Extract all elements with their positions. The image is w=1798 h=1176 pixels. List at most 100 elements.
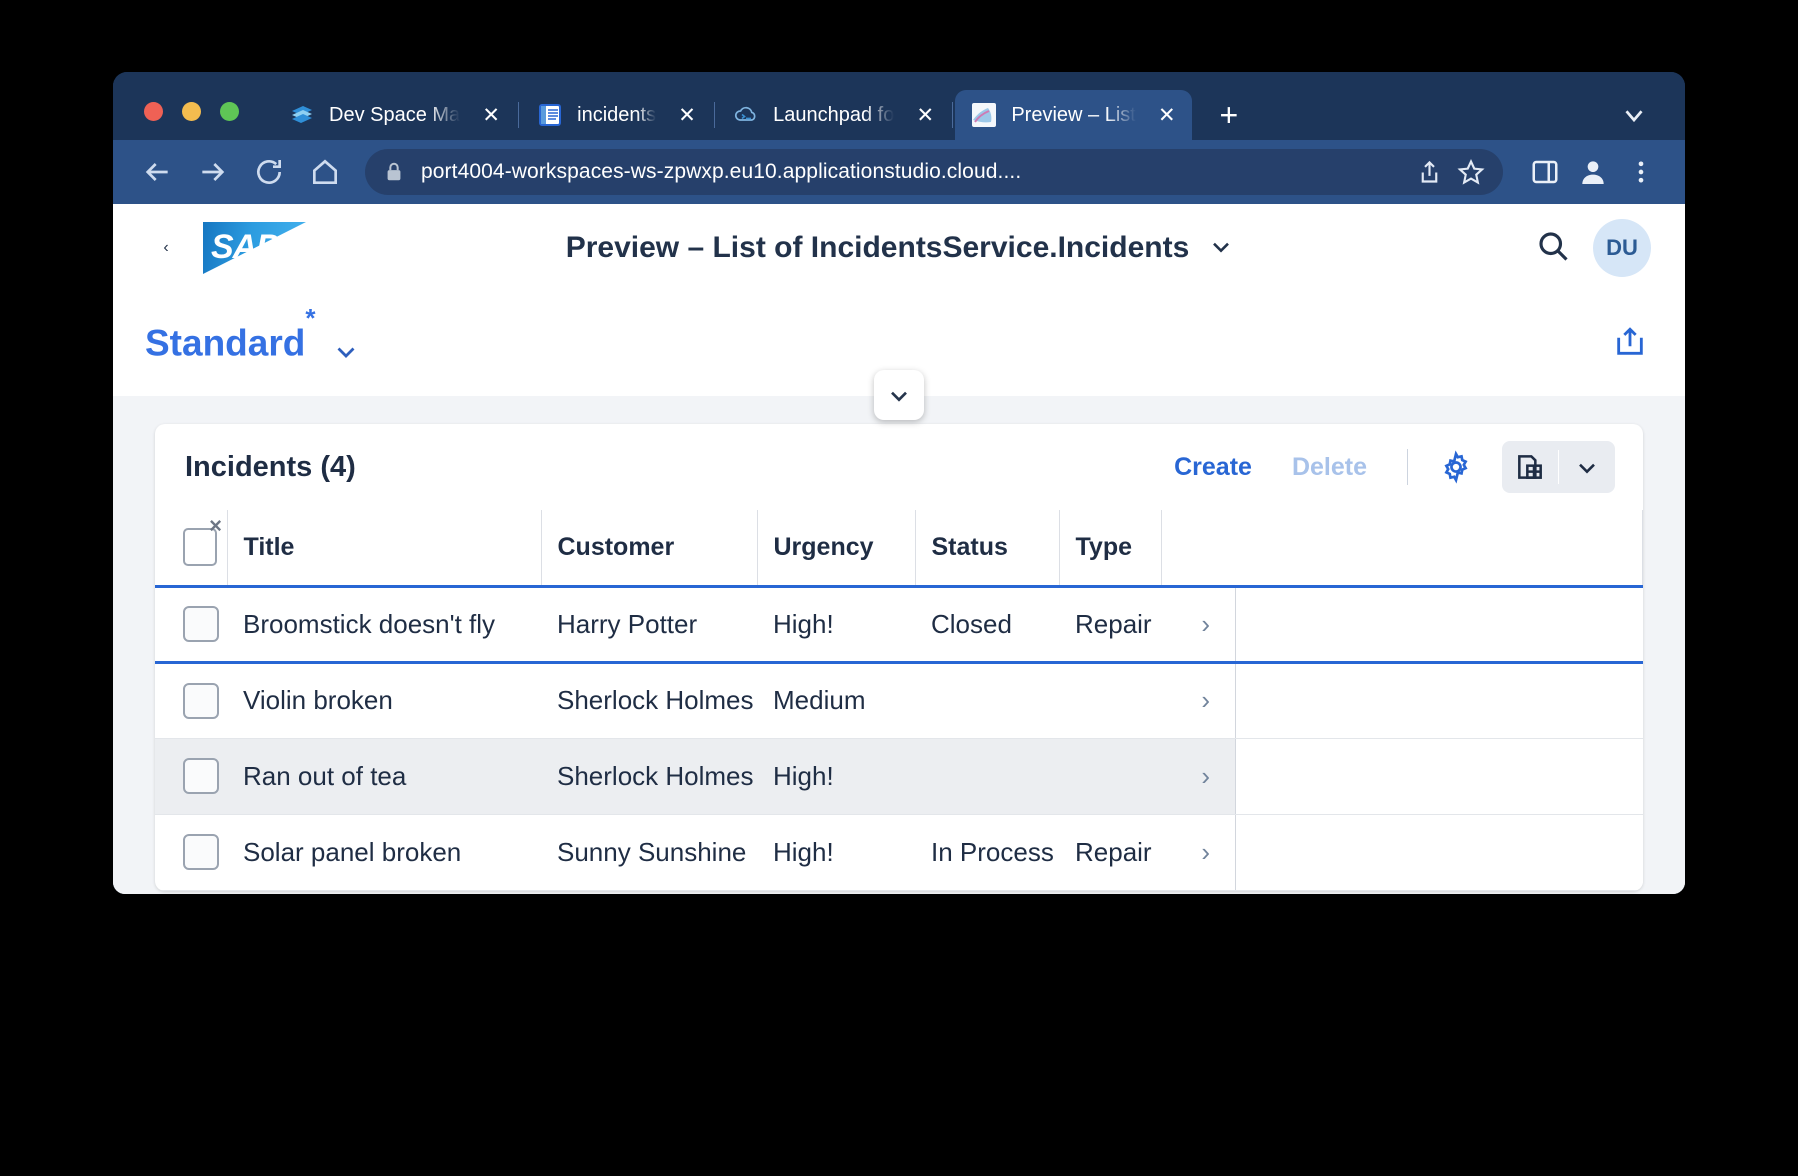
column-header-customer[interactable]: Customer xyxy=(541,510,758,587)
tab-label: incidents xyxy=(577,103,657,126)
share-icon[interactable] xyxy=(1613,325,1647,364)
chevron-right-icon[interactable]: › xyxy=(1201,685,1210,715)
minimize-window-button[interactable] xyxy=(182,102,201,121)
browser-menu-icon[interactable] xyxy=(1619,150,1663,194)
create-button[interactable]: Create xyxy=(1158,445,1268,490)
chevron-right-icon[interactable]: › xyxy=(1201,837,1210,867)
devspace-icon xyxy=(289,102,315,128)
tab-search-chevron-down-icon[interactable] xyxy=(1619,100,1649,135)
sap-logo: SAP xyxy=(203,222,306,274)
cell-type xyxy=(1059,662,1161,739)
view-switch-chevron-down-icon[interactable] xyxy=(1559,441,1615,493)
search-icon[interactable] xyxy=(1535,228,1571,269)
select-all-cell[interactable] xyxy=(155,510,228,587)
shell-title-group[interactable]: Preview – List of IncidentsService.Incid… xyxy=(266,231,1535,265)
row-checkbox[interactable] xyxy=(183,758,219,794)
column-header-nav xyxy=(1161,510,1235,587)
column-header-status[interactable]: Status xyxy=(915,510,1060,587)
forward-icon[interactable] xyxy=(191,150,235,194)
cell-urgency: Medium xyxy=(757,662,915,739)
cloud-icon xyxy=(733,102,759,128)
expand-filter-bar-button[interactable] xyxy=(874,370,924,420)
row-navigation-cell[interactable]: › xyxy=(1161,814,1236,891)
variant-name: Standard* xyxy=(145,303,316,363)
deselect-all-icon[interactable] xyxy=(183,513,222,567)
toolbar-divider xyxy=(1407,449,1408,485)
reload-icon[interactable] xyxy=(247,150,291,194)
maximize-window-button[interactable] xyxy=(220,102,239,121)
column-header-urgency[interactable]: Urgency xyxy=(757,510,916,587)
delete-button: Delete xyxy=(1291,452,1367,481)
table-title: Incidents (4) xyxy=(185,450,356,483)
close-icon[interactable]: ✕ xyxy=(1154,102,1180,128)
row-navigation-cell[interactable]: › xyxy=(1161,662,1236,739)
tab-label: Launchpad fo xyxy=(773,103,895,126)
row-filler-cell xyxy=(1235,662,1643,739)
tab-incidents[interactable]: incidents ✕ xyxy=(521,90,712,140)
table-toolbar-actions: Create Delete xyxy=(1158,441,1615,493)
shell-back-button[interactable]: ‹ xyxy=(143,225,189,271)
chevron-right-icon[interactable]: › xyxy=(1201,609,1210,639)
chevron-right-icon[interactable]: › xyxy=(1201,761,1210,791)
window-controls xyxy=(144,102,239,121)
variant-management-bar: Standard* xyxy=(113,292,1685,420)
cell-title: Ran out of tea xyxy=(227,738,541,815)
row-select-cell[interactable] xyxy=(155,662,227,739)
column-header-title[interactable]: Title xyxy=(227,510,542,587)
cell-status: Closed xyxy=(915,584,1059,664)
tab-dev-space-manager[interactable]: Dev Space Ma ✕ xyxy=(273,90,516,140)
close-icon[interactable]: ✕ xyxy=(674,102,700,128)
cell-customer: Sunny Sunshine xyxy=(541,814,757,891)
cell-status xyxy=(915,738,1059,815)
share-icon[interactable] xyxy=(1416,159,1443,186)
preview-icon xyxy=(971,102,997,128)
chevron-down-icon[interactable] xyxy=(1207,232,1235,265)
row-select-cell[interactable] xyxy=(155,738,227,815)
back-icon[interactable] xyxy=(135,150,179,194)
table-row[interactable]: Ran out of tea Sherlock Holmes High! › xyxy=(155,738,1643,815)
view-switch-group xyxy=(1502,441,1615,493)
table-row[interactable]: Solar panel broken Sunny Sunshine High! … xyxy=(155,814,1643,891)
new-tab-button[interactable]: + xyxy=(1212,98,1246,132)
cell-status: In Process xyxy=(915,814,1059,891)
address-bar[interactable]: port4004-workspaces-ws-zpwxp.eu10.applic… xyxy=(365,149,1503,195)
bookmark-star-icon[interactable] xyxy=(1457,158,1485,186)
browser-toolbar: port4004-workspaces-ws-zpwxp.eu10.applic… xyxy=(113,140,1685,204)
table-row[interactable]: Violin broken Sherlock Holmes Medium › xyxy=(155,662,1643,739)
row-navigation-cell[interactable]: › xyxy=(1161,584,1236,664)
close-icon[interactable]: ✕ xyxy=(912,102,938,128)
row-checkbox[interactable] xyxy=(183,834,219,870)
row-navigation-cell[interactable]: › xyxy=(1161,738,1236,815)
browser-window: Dev Space Ma ✕ incidents ✕ Launchpad fo … xyxy=(113,72,1685,894)
row-checkbox[interactable] xyxy=(183,682,219,719)
cell-customer: Harry Potter xyxy=(541,584,757,664)
cell-title: Broomstick doesn't fly xyxy=(227,584,541,664)
side-panel-icon[interactable] xyxy=(1523,150,1567,194)
row-select-cell[interactable] xyxy=(155,584,227,664)
row-select-cell[interactable] xyxy=(155,814,227,891)
table-row[interactable]: Broomstick doesn't fly Harry Potter High… xyxy=(155,584,1643,664)
avatar[interactable]: DU xyxy=(1593,219,1651,277)
home-icon[interactable] xyxy=(303,150,347,194)
row-checkbox[interactable] xyxy=(183,606,219,642)
cell-urgency: High! xyxy=(757,814,915,891)
chevron-down-icon[interactable] xyxy=(331,336,361,371)
profile-avatar-icon[interactable] xyxy=(1571,150,1615,194)
variant-modified-marker: * xyxy=(305,303,316,334)
cell-title: Solar panel broken xyxy=(227,814,541,891)
tab-label: Dev Space Ma xyxy=(329,103,461,126)
cell-urgency: High! xyxy=(757,584,915,664)
tab-launchpad[interactable]: Launchpad fo ✕ xyxy=(717,90,950,140)
close-icon[interactable]: ✕ xyxy=(478,102,504,128)
cell-type xyxy=(1059,738,1161,815)
tab-preview-list[interactable]: Preview – List ✕ xyxy=(955,90,1192,140)
cell-urgency: High! xyxy=(757,738,915,815)
close-window-button[interactable] xyxy=(144,102,163,121)
table-view-icon[interactable] xyxy=(1502,441,1558,493)
tab-list: Dev Space Ma ✕ incidents ✕ Launchpad fo … xyxy=(273,90,1246,140)
variant-selector[interactable]: Standard* xyxy=(145,303,361,371)
column-header-type[interactable]: Type xyxy=(1059,510,1162,587)
incidents-card: Incidents (4) Create Delete × Title Cust… xyxy=(155,424,1643,891)
gear-icon[interactable] xyxy=(1432,443,1480,491)
tab-divider xyxy=(518,102,520,128)
